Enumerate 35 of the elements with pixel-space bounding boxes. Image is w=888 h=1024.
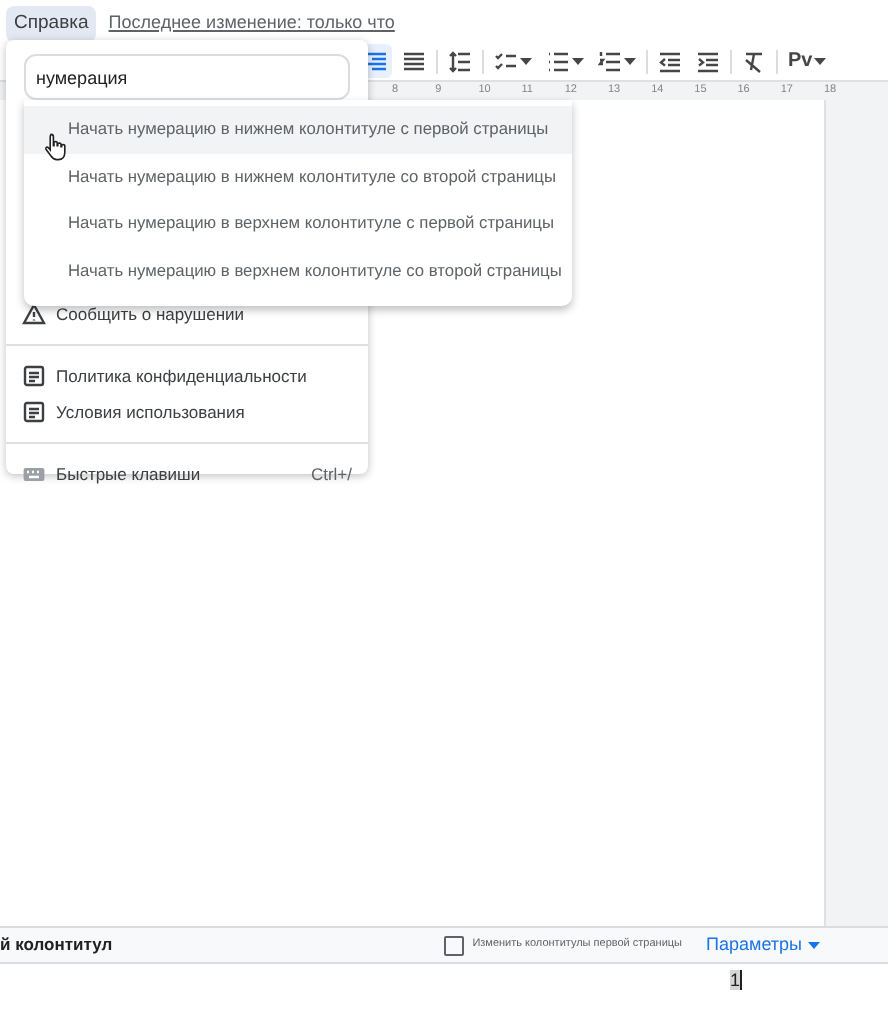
numbered-list-icon: [598, 49, 622, 73]
caret-icon: [520, 57, 532, 65]
justify-icon: [402, 49, 426, 73]
options-button[interactable]: Параметры: [706, 931, 820, 959]
checkbox[interactable]: [444, 935, 465, 955]
suggestion-item[interactable]: Начать нумерацию в верхнем колонтитуле со второй страницы: [24, 247, 572, 294]
footer-text: 1: [730, 970, 743, 990]
suggestion-item[interactable]: Начать нумерацию в нижнем колонтитуле с первой страницы: [24, 106, 572, 153]
menu-item[interactable]: Условия использования: [6, 394, 368, 430]
line-spacing-icon: [448, 49, 472, 73]
decrease-indent-icon: [658, 49, 682, 73]
suggestion-item[interactable]: Начать нумерацию в нижнем колонтитуле со второй страницы: [24, 153, 572, 200]
menu-item[interactable]: Быстрые клавиши Ctrl+/: [6, 456, 368, 492]
menu-item[interactable]: Политика конфиденциальности: [6, 358, 368, 394]
caret-icon: [808, 941, 820, 949]
style-button[interactable]: Pv: [784, 44, 831, 78]
caret-icon: [624, 57, 636, 65]
caret-icon: [814, 57, 827, 65]
document-icon: [22, 400, 46, 424]
shortcut-label: Ctrl+/: [310, 461, 352, 487]
warning-icon: [22, 302, 46, 326]
align-right-icon: [364, 49, 388, 73]
checklist-icon: [494, 49, 518, 73]
clear-formatting-icon: [742, 49, 766, 73]
hand-cursor-icon: [44, 132, 68, 162]
caret-icon: [572, 57, 584, 65]
bulleted-list-icon: [546, 49, 570, 73]
menu-item[interactable]: Справка: [6, 5, 97, 43]
increase-indent-icon: [696, 49, 720, 73]
last-edit-link[interactable]: Последнее изменение: только что: [108, 10, 395, 38]
search-field[interactable]: нумерация: [24, 54, 350, 100]
menu-item[interactable]: Сообщить о нарушении: [6, 296, 368, 332]
suggestion-item[interactable]: Начать нумерацию в верхнем колонтитуле с первой страницы: [24, 200, 572, 247]
document-icon: [22, 364, 46, 388]
footer-title: й колонтитул: [0, 932, 113, 958]
